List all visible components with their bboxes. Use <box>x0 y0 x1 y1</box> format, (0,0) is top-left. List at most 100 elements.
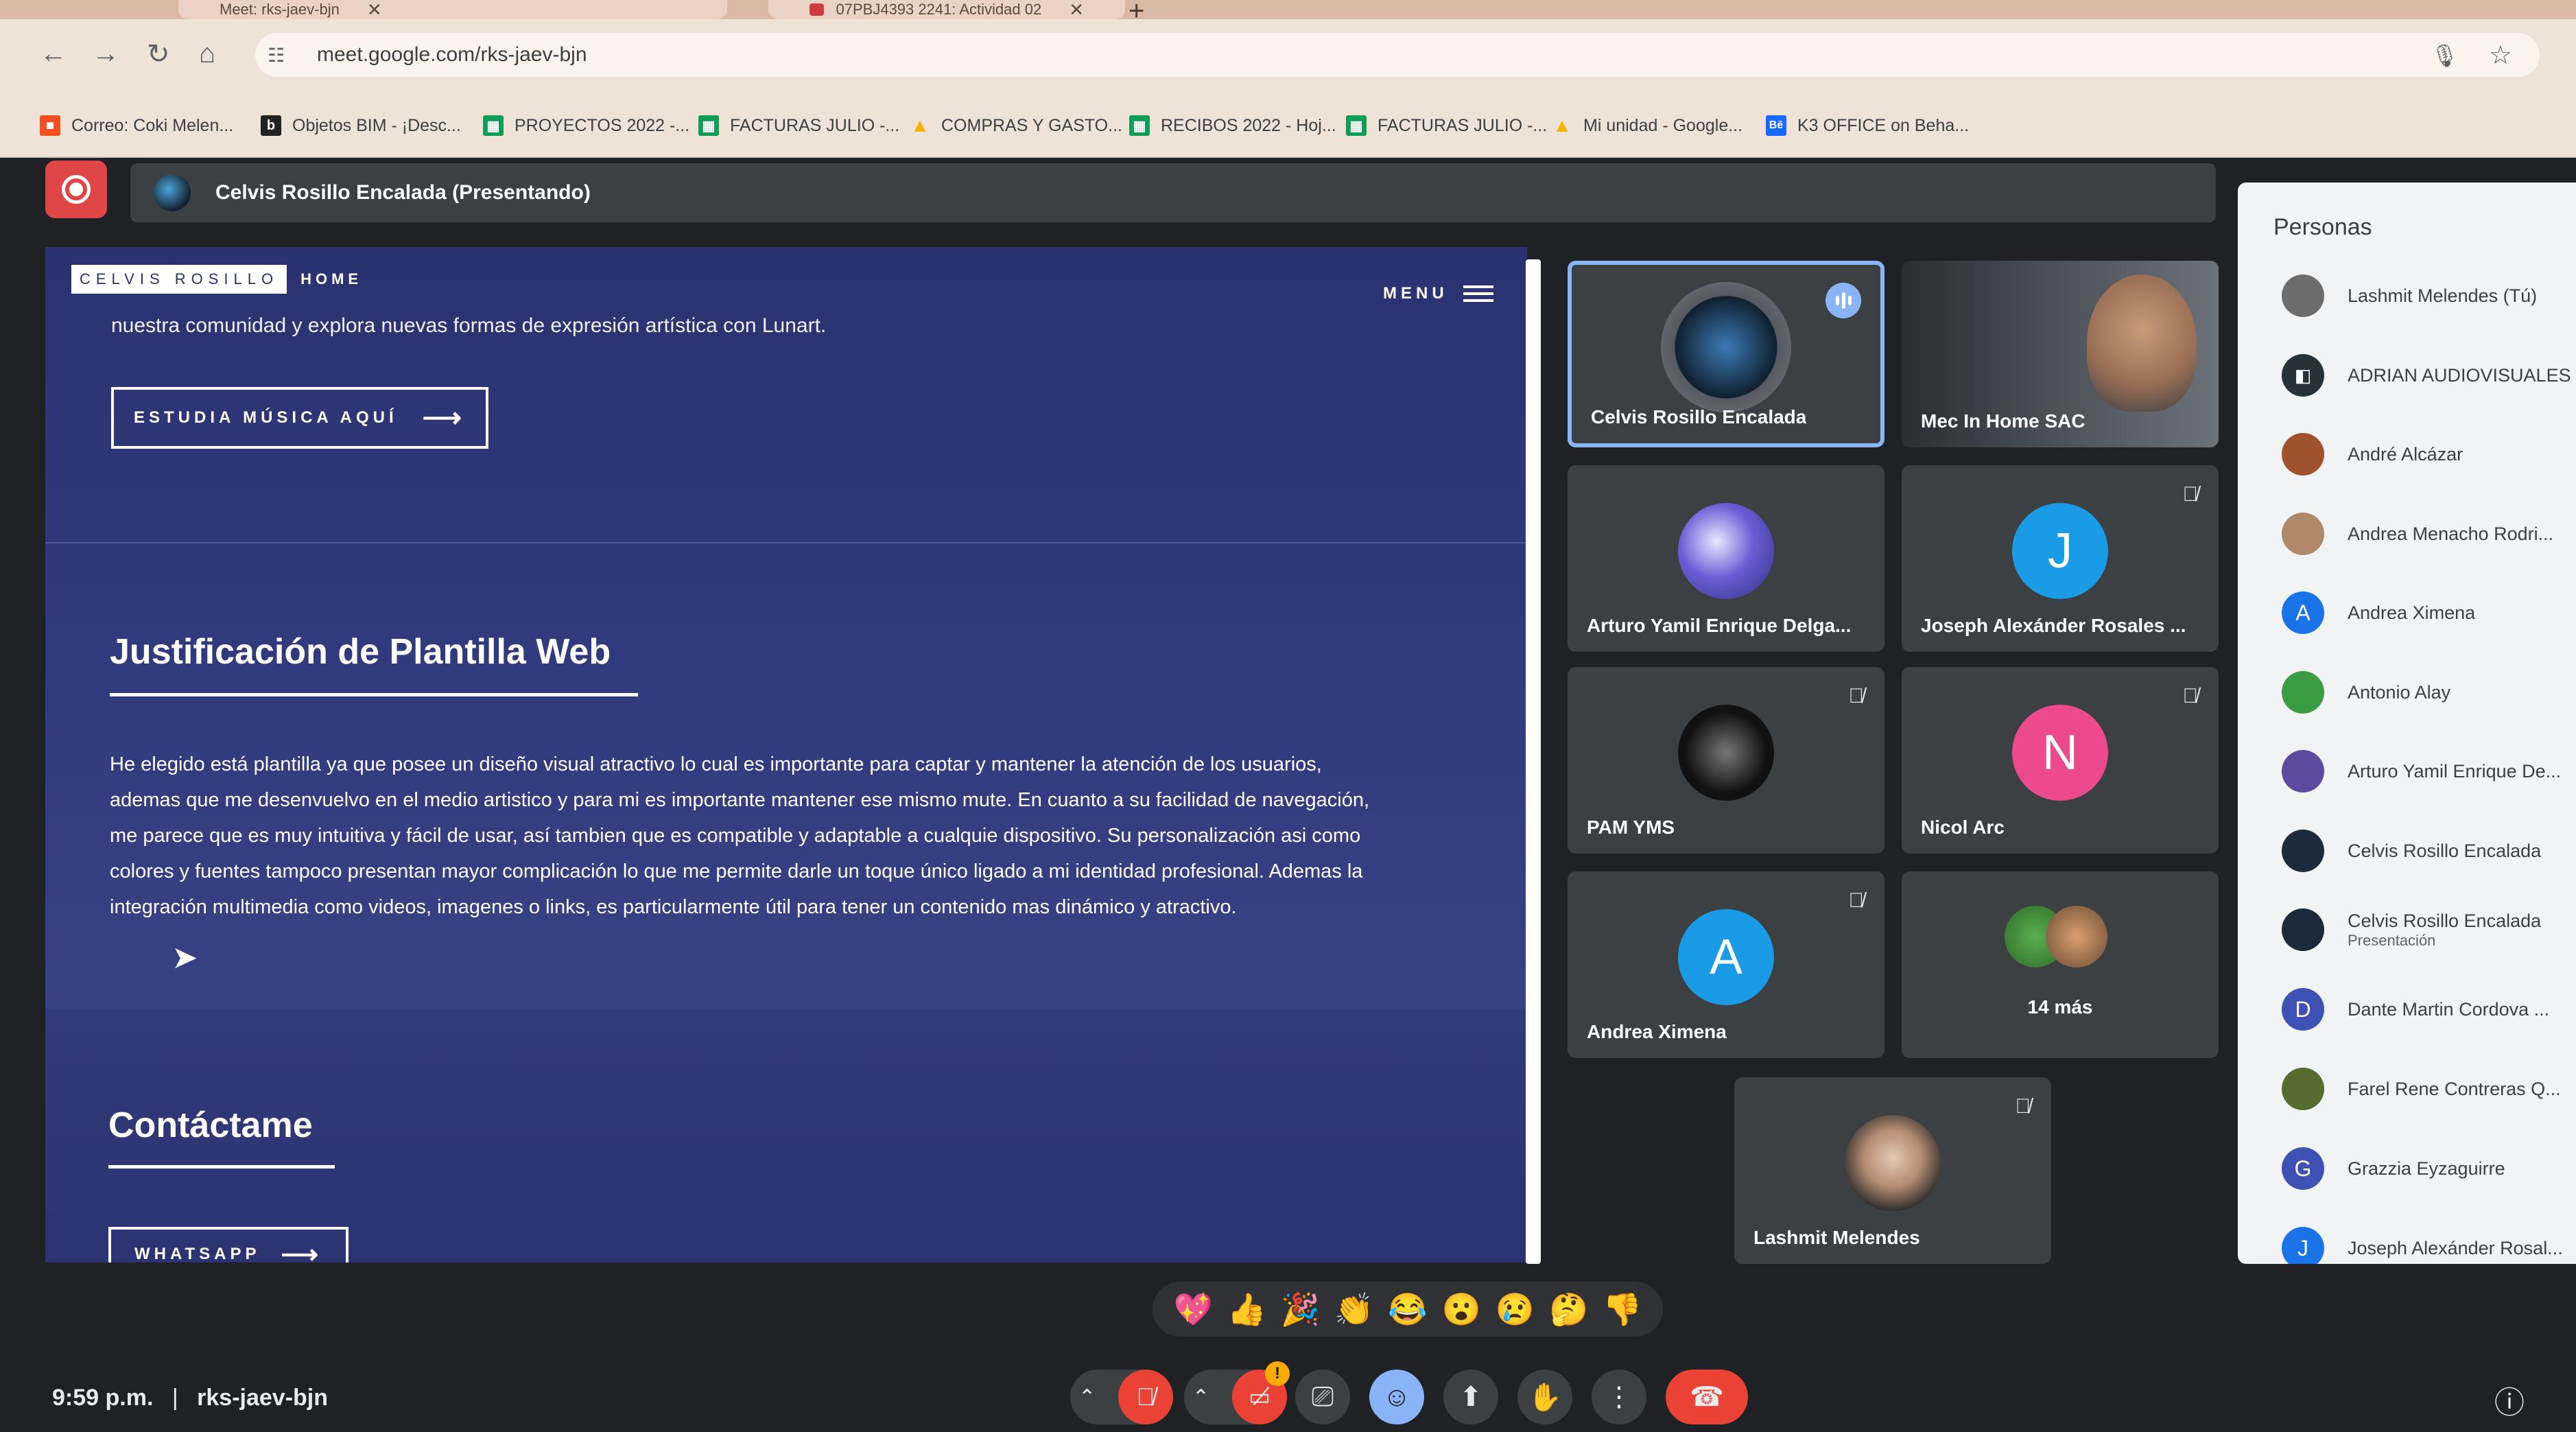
home-link: HOME <box>300 270 363 287</box>
presenter-avatar <box>154 174 191 211</box>
shared-screen: CELVIS ROSILLO HOME MENU nuestra comunid… <box>45 247 1527 1263</box>
hand-icon: ✋ <box>1528 1382 1562 1413</box>
bookmark-item[interactable]: ▦ FACTURAS JULIO -... <box>698 115 899 136</box>
participant-tile[interactable]: 🎙̸ PAM YMS <box>1568 667 1884 854</box>
people-list-item[interactable]: G Grazzia Eyzaguirre <box>2282 1147 2576 1190</box>
bookmark-label: RECIBOS 2022 - Hoj... <box>1161 115 1336 135</box>
back-icon[interactable]: ← <box>40 38 67 69</box>
emoji-reactions-button[interactable]: ☺ <box>1369 1370 1424 1424</box>
justification-paragraph: He elegido está plantilla ya que posee u… <box>110 747 1482 925</box>
participant-tile[interactable]: J 🎙̸ Joseph Alexánder Rosales ... <box>1902 465 2219 652</box>
presenter-label: Celvis Rosillo Encalada (Presentando) <box>215 181 591 204</box>
participant-tile[interactable]: Mec In Home SAC <box>1902 261 2219 447</box>
bookmark-item[interactable]: ▲ Mi unidad - Google... <box>1552 115 1742 136</box>
microphone-icon[interactable]: 🎙 <box>2431 43 2459 69</box>
bookmark-item[interactable]: Bē K3 OFFICE on Beha... <box>1766 115 1969 136</box>
camera-control: ⌃ ▭̸ ! <box>1184 1361 1290 1424</box>
person-avatar <box>2282 1068 2324 1110</box>
people-panel-title: Personas <box>2273 214 2372 240</box>
person-avatar <box>2282 433 2324 476</box>
mic-off-icon[interactable]: 🎙̸ <box>1118 1370 1173 1424</box>
participant-tile[interactable]: A 🎙̸ Andrea Ximena <box>1568 871 1884 1058</box>
person-avatar: J <box>2282 1227 2324 1264</box>
shared-screen-scrollbar[interactable] <box>1526 259 1541 1264</box>
person-avatar: D <box>2282 988 2324 1031</box>
bookmark-item[interactable]: ▦ PROYECTOS 2022 -... <box>483 115 689 136</box>
raise-hand-button[interactable]: ✋ <box>1517 1370 1572 1424</box>
people-list-item[interactable]: Andrea Menacho Rodri... <box>2282 513 2576 555</box>
reaction-thumbs-up[interactable]: 👍 <box>1227 1291 1266 1328</box>
tab-actividad[interactable]: 07PBJ4393 2241: Actividad 02 ✕ <box>768 0 1125 19</box>
person-avatar <box>2282 513 2324 555</box>
captions-button[interactable]: ⎚ <box>1295 1370 1350 1424</box>
more-participants-tile[interactable]: 14 más <box>1902 871 2219 1058</box>
chevron-up-icon[interactable]: ⌃ <box>1078 1385 1096 1409</box>
people-list-item[interactable]: A Andrea Ximena <box>2282 591 2576 634</box>
people-list-item[interactable]: D Dante Martin Cordova ... <box>2282 988 2576 1031</box>
participant-name: Joseph Alexánder Rosales ... <box>1921 615 2186 636</box>
person-name: ADRIAN AUDIOVISUALES <box>2348 364 2571 386</box>
site-info-icon[interactable]: ☷ <box>268 44 300 67</box>
reaction-surprised[interactable]: 😮 <box>1442 1291 1481 1328</box>
bookmark-item[interactable]: b Objetos BIM - ¡Desc... <box>261 115 461 136</box>
people-list-item[interactable]: J Joseph Alexánder Rosal... <box>2282 1227 2576 1264</box>
people-list-item[interactable]: Celvis Rosillo Encalada Presentación <box>2282 908 2576 951</box>
participant-tile[interactable]: Arturo Yamil Enrique Delga... <box>1568 465 1884 652</box>
tab-meet-label: Meet: rks-jaev-bjn <box>220 1 340 18</box>
bookmark-item[interactable]: ▦ FACTURAS JULIO -... <box>1346 115 1547 136</box>
bookmark-item[interactable]: ■ Correo: Coki Melen... <box>40 115 233 136</box>
info-icon[interactable]: ⓘ <box>2494 1378 2525 1422</box>
participant-name: Mec In Home SAC <box>1921 410 2085 432</box>
avatar-initial: J <box>2048 524 2072 579</box>
reaction-sad[interactable]: 😢 <box>1496 1291 1535 1328</box>
paragraph-line: me parece que es muy intuitiva y fácil d… <box>110 825 1361 847</box>
people-list-item[interactable]: André Alcázar <box>2282 433 2576 476</box>
forward-icon[interactable]: → <box>92 38 119 69</box>
bookmark-star-icon[interactable]: ☆ <box>2489 40 2512 71</box>
address-bar[interactable]: ☷ meet.google.com/rks-jaev-bjn 🎙 ☆ <box>255 33 2540 77</box>
bookmark-item[interactable]: ▲ COMPRAS Y GASTO... <box>910 115 1122 136</box>
people-list-item[interactable]: Antonio Alay <box>2282 671 2576 714</box>
more-options-button[interactable]: ⋮ <box>1592 1370 1646 1424</box>
participant-tile[interactable]: N 🎙̸ Nicol Arc <box>1902 667 2219 854</box>
paragraph-line: He elegido está plantilla ya que posee u… <box>110 753 1322 775</box>
participant-tile[interactable]: 🎙̸ Lashmit Melendes <box>1734 1077 2051 1264</box>
participant-tile[interactable]: Celvis Rosillo Encalada <box>1568 261 1884 447</box>
people-list-item[interactable]: Arturo Yamil Enrique De... <box>2282 750 2576 793</box>
meeting-info: 9:59 p.m. | rks-jaev-bjn <box>52 1385 328 1411</box>
close-tab-icon[interactable]: ✕ <box>1069 0 1084 19</box>
reaction-thinking[interactable]: 🤔 <box>1549 1291 1588 1328</box>
warning-badge: ! <box>1265 1361 1290 1386</box>
whatsapp-label: WHATSAPP <box>134 1245 261 1263</box>
close-tab-icon[interactable]: ✕ <box>367 0 382 19</box>
reaction-clap[interactable]: 👏 <box>1334 1291 1373 1328</box>
leave-call-button[interactable]: ☎ <box>1666 1370 1748 1424</box>
bookmark-label: COMPRAS Y GASTO... <box>941 115 1122 135</box>
bookmark-label: PROYECTOS 2022 -... <box>515 115 690 135</box>
people-list-item[interactable]: Celvis Rosillo Encalada <box>2282 830 2576 872</box>
menu-label: MENU <box>1383 284 1448 303</box>
tab-meet[interactable]: Meet: rks-jaev-bjn ✕ <box>178 0 727 19</box>
behance-icon: Bē <box>1766 115 1786 136</box>
chevron-up-icon[interactable]: ⌃ <box>1192 1385 1209 1409</box>
reaction-laugh[interactable]: 😂 <box>1388 1291 1427 1328</box>
participant-avatar <box>1845 1115 1941 1212</box>
sheets-icon: ▦ <box>1129 115 1150 136</box>
reactions-bar: 💖 👍 🎉 👏 😂 😮 😢 🤔 👎 <box>1153 1282 1663 1337</box>
people-list-item[interactable]: Farel Rene Contreras Q... <box>2282 1068 2576 1110</box>
bookmark-item[interactable]: ▦ RECIBOS 2022 - Hoj... <box>1129 115 1336 136</box>
reaction-party[interactable]: 🎉 <box>1281 1291 1320 1328</box>
reaction-heart[interactable]: 💖 <box>1173 1291 1212 1328</box>
reload-icon[interactable]: ↻ <box>147 38 170 70</box>
bookmark-label: Correo: Coki Melen... <box>71 115 234 135</box>
avatar-initial: J <box>2297 1235 2308 1260</box>
reaction-thumbs-down[interactable]: 👎 <box>1603 1291 1642 1328</box>
home-icon[interactable]: ⌂ <box>199 38 215 69</box>
recording-indicator[interactable] <box>45 161 107 218</box>
participant-name: Arturo Yamil Enrique Delga... <box>1587 615 1852 636</box>
muted-mic-icon: 🎙̸ <box>2182 483 2199 506</box>
person-avatar: ◧ <box>2282 354 2324 397</box>
people-list-item[interactable]: ◧ ADRIAN AUDIOVISUALES <box>2282 354 2576 397</box>
present-screen-button[interactable]: ⬆ <box>1443 1370 1498 1424</box>
people-list-item[interactable]: Lashmit Melendes (Tú) <box>2282 274 2576 317</box>
